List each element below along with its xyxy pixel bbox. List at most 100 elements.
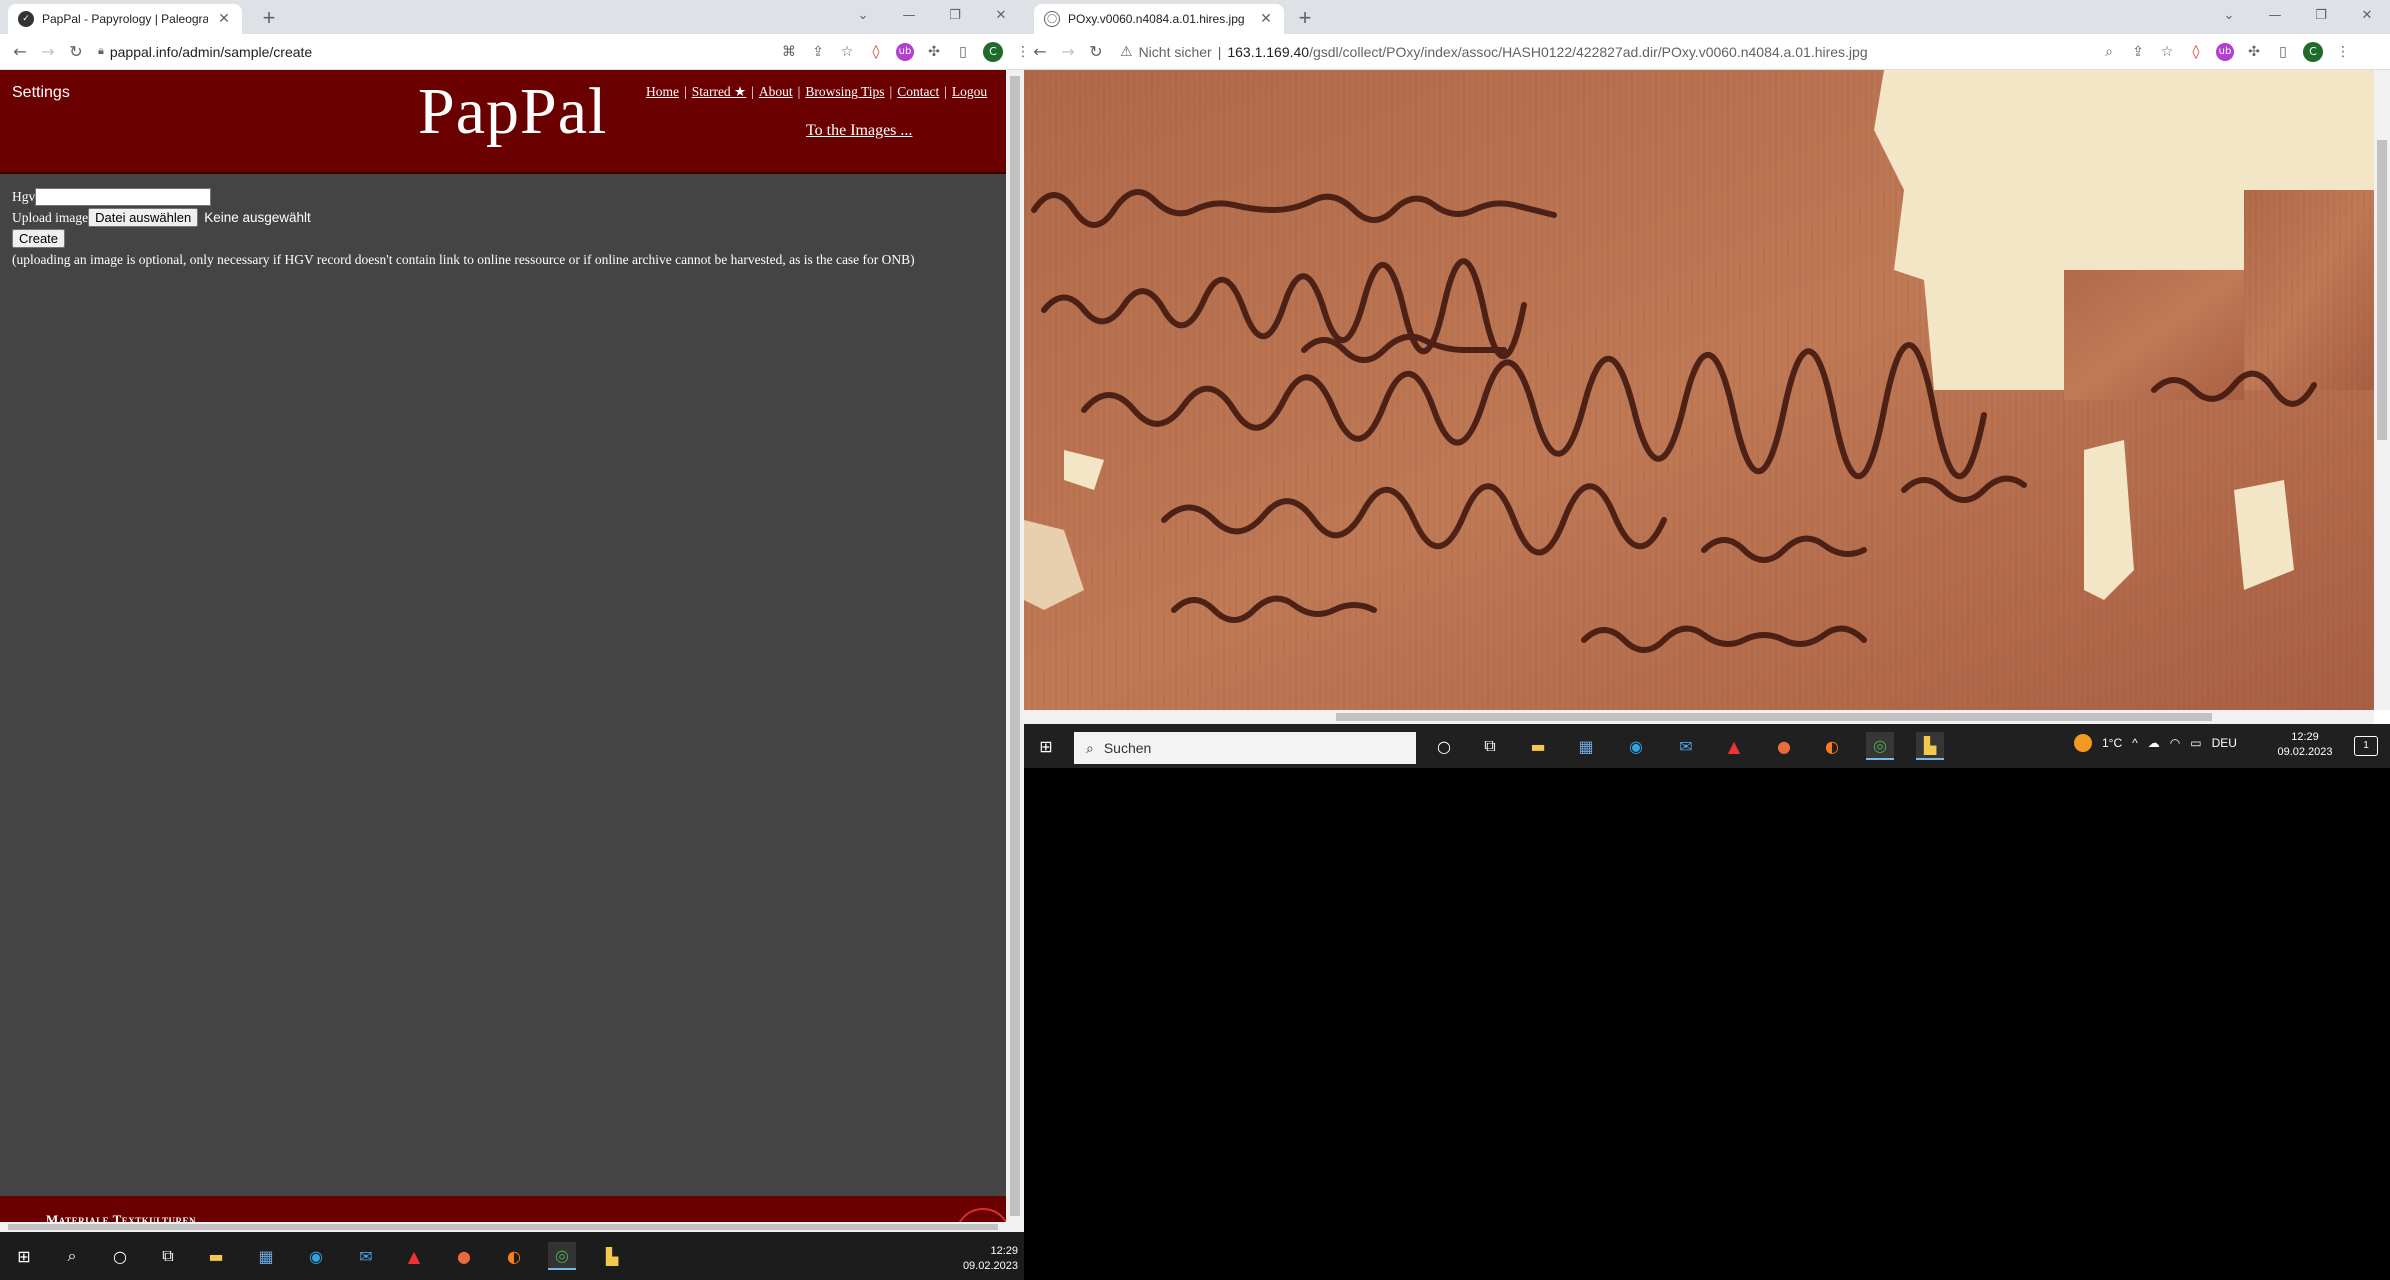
minimize-icon[interactable]: — bbox=[2252, 8, 2298, 23]
restore-icon[interactable]: ❐ bbox=[2298, 8, 2344, 23]
horizontal-scrollbar[interactable] bbox=[0, 1222, 1006, 1232]
store-icon[interactable]: ▦ bbox=[252, 1242, 280, 1270]
nav-browsing-tips[interactable]: Browsing Tips bbox=[805, 84, 884, 99]
chrome-icon[interactable]: ◎ bbox=[548, 1242, 576, 1270]
menu-icon[interactable]: ⋮ bbox=[2334, 43, 2352, 61]
wifi-icon[interactable]: ◠ bbox=[2170, 736, 2180, 750]
pappal-logo[interactable]: PapPal bbox=[418, 74, 607, 150]
search-icon[interactable]: ⌕ bbox=[58, 1242, 86, 1270]
acrobat-icon[interactable]: ▲ bbox=[400, 1242, 428, 1270]
extensions-puzzle-icon[interactable]: ✣ bbox=[2245, 43, 2263, 61]
tab-image[interactable]: ◯ POxy.v0060.n4084.a.01.hires.jpg ✕ bbox=[1034, 4, 1284, 34]
vertical-scrollbar[interactable] bbox=[1006, 70, 1024, 1232]
chrome-icon[interactable]: ◎ bbox=[1866, 732, 1894, 760]
hgv-input[interactable] bbox=[35, 187, 212, 206]
edge-icon[interactable]: ◉ bbox=[1622, 732, 1650, 760]
battery-icon[interactable]: ▭ bbox=[2190, 736, 2201, 750]
firefox-icon[interactable]: ◐ bbox=[1818, 732, 1846, 760]
windows-start-icon[interactable]: ⊞ bbox=[1032, 732, 1060, 760]
chevron-up-icon[interactable]: ^ bbox=[2132, 736, 2138, 750]
horizontal-scroll-thumb[interactable] bbox=[8, 1224, 998, 1230]
onedrive-icon[interactable]: ☁ bbox=[2148, 736, 2160, 750]
language-indicator[interactable]: DEU bbox=[2212, 736, 2237, 750]
windows-start-icon[interactable]: ⊞ bbox=[10, 1242, 38, 1270]
profile-avatar[interactable]: C bbox=[983, 42, 1003, 62]
cortana-icon[interactable]: ○ bbox=[1430, 732, 1458, 760]
create-button[interactable]: Create bbox=[12, 229, 66, 248]
cortana-icon[interactable]: ○ bbox=[106, 1242, 134, 1270]
acrobat-icon[interactable]: ▲ bbox=[1720, 732, 1748, 760]
temperature[interactable]: 1°C bbox=[2102, 736, 2122, 750]
forward-icon[interactable]: → bbox=[34, 42, 62, 61]
reload-icon[interactable]: ↻ bbox=[1082, 42, 1110, 61]
nav-contact[interactable]: Contact bbox=[897, 84, 939, 99]
new-tab-button[interactable]: + bbox=[1292, 6, 1318, 32]
notification-icon[interactable]: 1 bbox=[2354, 736, 2378, 756]
taskbar-search[interactable]: ⌕ Suchen bbox=[1074, 732, 1416, 764]
powerpoint-icon[interactable]: ● bbox=[450, 1242, 478, 1270]
address-bar-right[interactable]: ⚠ Nicht sicher | 163.1.169.40/gsdl/colle… bbox=[1120, 38, 1868, 66]
clock-left[interactable]: 12:29 09.02.2023 bbox=[950, 1244, 1018, 1274]
file-explorer-icon[interactable]: ▬ bbox=[202, 1242, 230, 1270]
address-bar[interactable]: 🔒︎ pappal.info/admin/sample/create bbox=[98, 38, 312, 66]
extension-purple-icon[interactable]: ub bbox=[896, 43, 914, 61]
translate-icon[interactable]: ⌘ bbox=[780, 43, 798, 61]
powerpoint-icon[interactable]: ● bbox=[1770, 732, 1798, 760]
nav-logout[interactable]: Logou bbox=[952, 84, 987, 99]
minimize-icon[interactable]: — bbox=[886, 8, 932, 23]
image-horizontal-thumb[interactable] bbox=[1336, 713, 2212, 721]
choose-file-button[interactable]: Datei auswählen bbox=[88, 208, 199, 227]
sidebar-icon[interactable]: ▯ bbox=[954, 43, 972, 61]
zoom-icon[interactable]: ⌕ bbox=[2100, 43, 2118, 61]
bookmark-star-icon[interactable]: ☆ bbox=[2158, 43, 2176, 61]
weather-icon[interactable] bbox=[2074, 734, 2092, 752]
close-icon[interactable]: ✕ bbox=[1258, 11, 1274, 27]
extension-purple-icon[interactable]: ub bbox=[2216, 43, 2234, 61]
warning-icon[interactable]: ⚠ bbox=[1120, 43, 1133, 60]
share-icon[interactable]: ⇪ bbox=[2129, 43, 2147, 61]
image-horizontal-scrollbar[interactable] bbox=[1024, 710, 2374, 724]
forward-icon[interactable]: → bbox=[1054, 42, 1082, 61]
security-text[interactable]: Nicht sicher bbox=[1139, 44, 1212, 60]
sidebar-icon[interactable]: ▯ bbox=[2274, 43, 2292, 61]
task-view-icon[interactable]: ⧉ bbox=[1476, 732, 1504, 760]
edge-icon[interactable]: ◉ bbox=[302, 1242, 330, 1270]
nav-home[interactable]: Home bbox=[646, 84, 679, 99]
settings-link[interactable]: Settings bbox=[12, 84, 70, 102]
close-icon[interactable]: ✕ bbox=[216, 11, 232, 27]
clock-right[interactable]: 12:29 09.02.2023 bbox=[2274, 730, 2336, 760]
mail-icon[interactable]: ✉ bbox=[352, 1242, 380, 1270]
new-tab-button[interactable]: + bbox=[256, 6, 282, 32]
lock-icon[interactable]: 🔒︎ bbox=[98, 45, 104, 58]
tab-search-icon[interactable]: ⌄ bbox=[840, 8, 886, 23]
reload-icon[interactable]: ↻ bbox=[62, 42, 90, 61]
restore-icon[interactable]: ❐ bbox=[932, 8, 978, 23]
close-window-icon[interactable]: ✕ bbox=[978, 8, 1024, 23]
profile-avatar[interactable]: C bbox=[2303, 42, 2323, 62]
to-images-link[interactable]: To the Images ... bbox=[806, 122, 912, 140]
bookmark-star-icon[interactable]: ☆ bbox=[838, 43, 856, 61]
menu-icon[interactable]: ⋮ bbox=[1014, 43, 1024, 61]
extensions-puzzle-icon[interactable]: ✣ bbox=[925, 43, 943, 61]
task-view-icon[interactable]: ⧉ bbox=[154, 1242, 182, 1270]
extension-red-icon[interactable]: ◊ bbox=[2187, 43, 2205, 61]
image-vertical-scrollbar[interactable] bbox=[2374, 70, 2390, 710]
papyrus-image[interactable] bbox=[1024, 70, 2374, 710]
tab-search-icon[interactable]: ⌄ bbox=[2206, 8, 2252, 23]
close-window-icon[interactable]: ✕ bbox=[2344, 8, 2390, 23]
sticky-icon[interactable]: ▙ bbox=[598, 1242, 626, 1270]
back-icon[interactable]: ← bbox=[6, 42, 34, 61]
tab-pappal[interactable]: ✓ PapPal - Papyrology | Paleograph ✕ bbox=[8, 4, 242, 34]
image-vertical-thumb[interactable] bbox=[2377, 140, 2387, 440]
firefox-icon[interactable]: ◐ bbox=[500, 1242, 528, 1270]
store-icon[interactable]: ▦ bbox=[1572, 732, 1600, 760]
extension-red-icon[interactable]: ◊ bbox=[867, 43, 885, 61]
nav-about[interactable]: About bbox=[759, 84, 793, 99]
share-icon[interactable]: ⇪ bbox=[809, 43, 827, 61]
file-explorer-icon[interactable]: ▬ bbox=[1524, 732, 1552, 760]
back-icon[interactable]: ← bbox=[1026, 42, 1054, 61]
mail-icon[interactable]: ✉ bbox=[1672, 732, 1700, 760]
sticky-icon[interactable]: ▙ bbox=[1916, 732, 1944, 760]
nav-starred[interactable]: Starred ★ bbox=[692, 84, 746, 99]
vertical-scroll-thumb[interactable] bbox=[1010, 76, 1020, 1216]
